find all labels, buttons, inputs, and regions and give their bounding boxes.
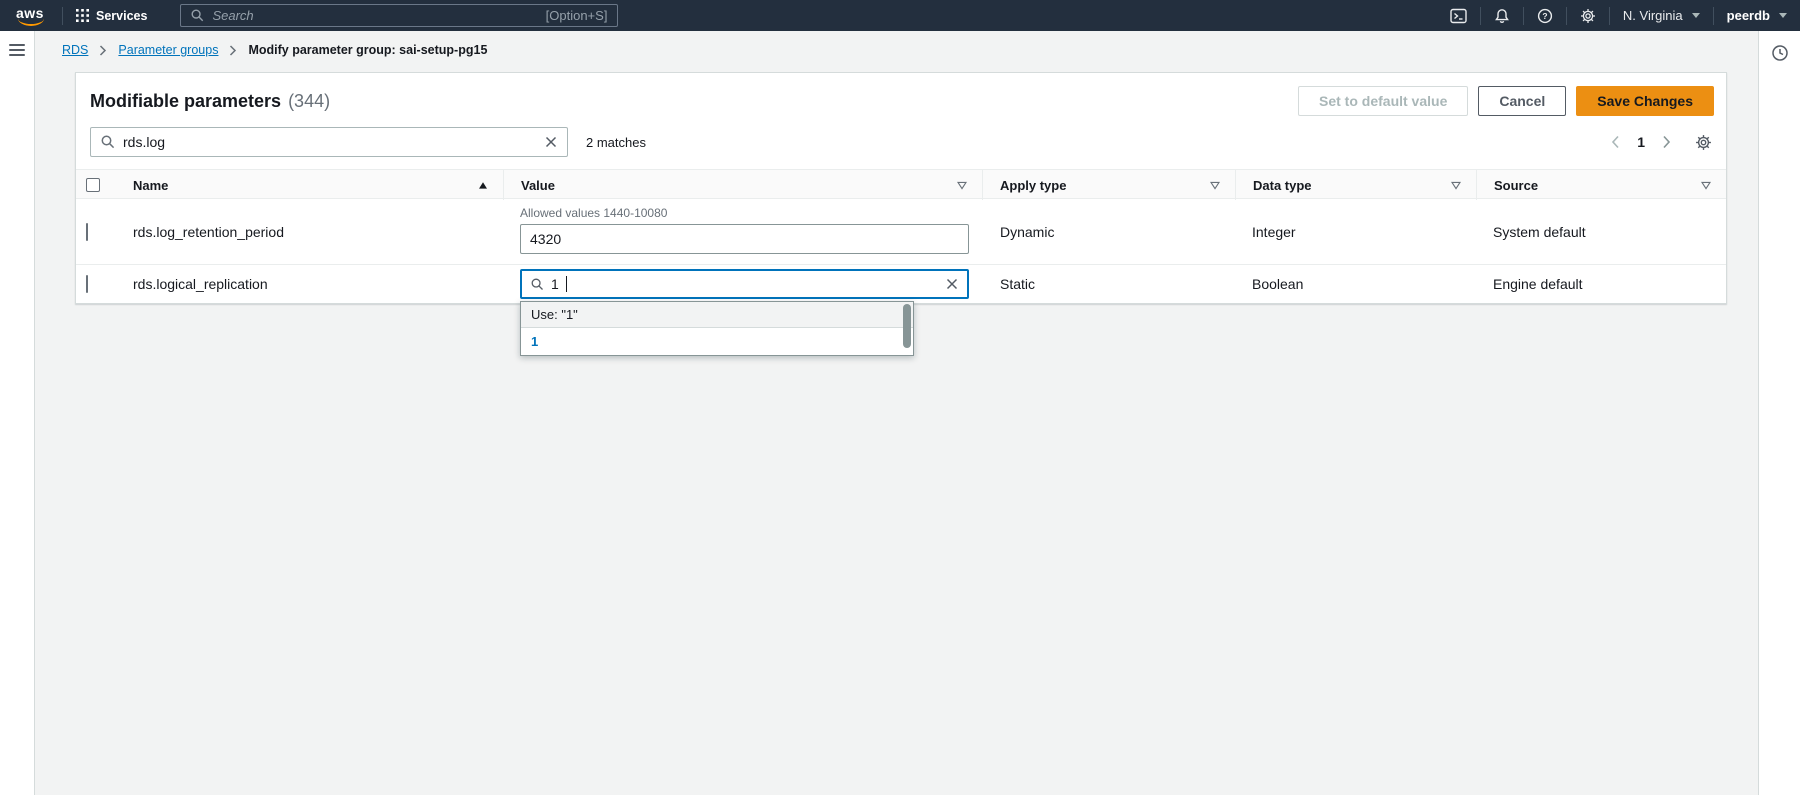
column-header-data-type[interactable]: Data type xyxy=(1235,170,1476,200)
parameter-name: rds.log_retention_period xyxy=(116,224,503,240)
right-sidebar-rail xyxy=(1758,31,1800,795)
help-icon: ? xyxy=(1537,8,1553,24)
data-type-value: Boolean xyxy=(1235,276,1476,292)
value-suggestions-dropdown: Use: "1" 1 xyxy=(520,301,914,356)
top-navigation-bar: aws Services [Option+S] xyxy=(0,0,1800,31)
source-value: System default xyxy=(1476,224,1726,240)
clock-icon[interactable] xyxy=(1771,44,1789,62)
services-grid-icon xyxy=(76,9,89,22)
bell-icon xyxy=(1494,8,1510,24)
column-header-apply-type[interactable]: Apply type xyxy=(982,170,1235,200)
parameter-name: rds.logical_replication xyxy=(116,276,503,292)
data-type-value: Integer xyxy=(1235,224,1476,240)
retention-period-value-input[interactable] xyxy=(520,224,969,254)
search-shortcut-hint: [Option+S] xyxy=(546,8,608,23)
logical-replication-value-combobox[interactable]: 1 xyxy=(520,269,969,299)
dropdown-scrollbar[interactable] xyxy=(902,304,911,353)
notifications-button[interactable] xyxy=(1481,0,1523,31)
modifiable-parameters-panel: Modifiable parameters (344) Set to defau… xyxy=(75,72,1727,304)
filter-triangle-icon[interactable] xyxy=(1451,181,1461,190)
parameters-table: Name Value Apply type Data type xyxy=(76,169,1726,303)
chevron-down-icon xyxy=(1779,13,1787,18)
search-icon xyxy=(191,9,204,22)
combobox-value-text: 1 xyxy=(551,276,559,292)
column-header-name[interactable]: Name xyxy=(116,170,503,200)
current-page-number[interactable]: 1 xyxy=(1632,134,1650,150)
chevron-down-icon xyxy=(1692,13,1700,18)
breadcrumb-chevron-icon xyxy=(99,45,107,56)
gear-icon xyxy=(1580,8,1596,24)
text-cursor xyxy=(566,276,567,292)
search-icon xyxy=(101,135,115,149)
cancel-button[interactable]: Cancel xyxy=(1478,86,1566,116)
dropdown-use-entered-value[interactable]: Use: "1" xyxy=(521,302,913,328)
parameter-filter-box[interactable] xyxy=(90,127,568,157)
left-sidebar-rail xyxy=(0,31,35,795)
account-menu[interactable]: peerdb xyxy=(1714,0,1800,31)
column-header-value[interactable]: Value xyxy=(503,170,982,200)
table-preferences-gear-icon[interactable] xyxy=(1695,134,1712,151)
apply-type-value: Static xyxy=(982,276,1235,292)
pagination: 1 xyxy=(1609,133,1712,151)
row-checkbox[interactable] xyxy=(86,275,88,293)
hamburger-menu-icon[interactable] xyxy=(9,44,25,56)
parameter-count-badge: (344) xyxy=(288,91,330,112)
settings-button[interactable] xyxy=(1567,0,1609,31)
sort-ascending-icon xyxy=(478,181,488,190)
page-title-text: Modifiable parameters xyxy=(90,91,281,112)
row-checkbox[interactable] xyxy=(86,223,88,241)
clear-value-icon[interactable] xyxy=(946,278,958,290)
column-header-source[interactable]: Source xyxy=(1476,170,1726,200)
allowed-values-hint: Allowed values 1440-10080 xyxy=(520,206,982,220)
next-page-button[interactable] xyxy=(1660,133,1673,151)
filter-triangle-icon[interactable] xyxy=(1210,181,1220,190)
aws-logo[interactable]: aws xyxy=(16,5,48,27)
source-value: Engine default xyxy=(1476,276,1726,292)
svg-text:?: ? xyxy=(1542,11,1547,21)
breadcrumb-link-parameter-groups[interactable]: Parameter groups xyxy=(118,43,218,57)
breadcrumb-link-rds[interactable]: RDS xyxy=(62,43,88,57)
save-changes-button[interactable]: Save Changes xyxy=(1576,86,1714,116)
set-to-default-button[interactable]: Set to default value xyxy=(1298,86,1468,116)
page-title: Modifiable parameters (344) xyxy=(90,91,330,112)
filter-triangle-icon[interactable] xyxy=(957,181,967,190)
clear-filter-icon[interactable] xyxy=(545,136,557,148)
cloudshell-button[interactable] xyxy=(1437,0,1480,31)
global-search-box[interactable]: [Option+S] xyxy=(180,4,618,27)
table-row: rds.logical_replication 1 Use: "1" 1 xyxy=(76,265,1726,303)
filter-triangle-icon[interactable] xyxy=(1701,181,1711,190)
search-icon xyxy=(531,278,544,291)
parameter-filter-input[interactable] xyxy=(123,134,537,150)
breadcrumb-chevron-icon xyxy=(229,45,237,56)
cloudshell-terminal-icon xyxy=(1450,8,1467,24)
help-button[interactable]: ? xyxy=(1524,0,1566,31)
breadcrumb: RDS Parameter groups Modify parameter gr… xyxy=(62,43,487,57)
apply-type-value: Dynamic xyxy=(982,224,1235,240)
dropdown-option-1[interactable]: 1 xyxy=(521,328,913,355)
breadcrumb-current: Modify parameter group: sai-setup-pg15 xyxy=(248,43,487,57)
region-label: N. Virginia xyxy=(1623,8,1683,23)
match-count: 2 matches xyxy=(586,135,646,150)
previous-page-button[interactable] xyxy=(1609,133,1622,151)
global-search-input[interactable] xyxy=(212,8,537,23)
table-row: rds.log_retention_period Allowed values … xyxy=(76,199,1726,265)
table-header-row: Name Value Apply type Data type xyxy=(76,169,1726,199)
account-label: peerdb xyxy=(1727,8,1770,23)
services-label: Services xyxy=(96,9,147,23)
select-all-checkbox[interactable] xyxy=(86,178,100,192)
region-selector[interactable]: N. Virginia xyxy=(1610,0,1713,31)
services-menu-button[interactable]: Services xyxy=(63,0,160,31)
